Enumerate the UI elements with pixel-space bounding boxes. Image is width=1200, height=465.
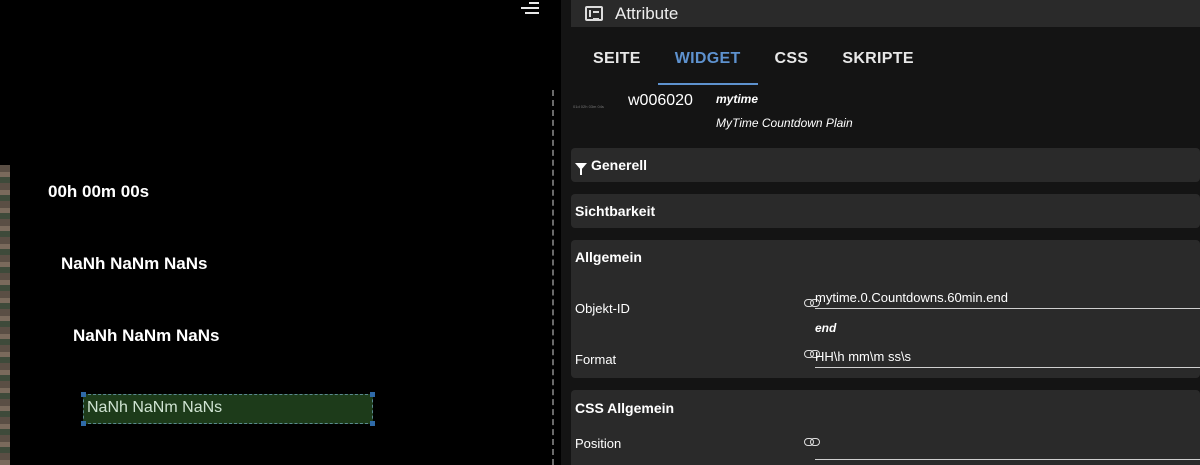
tab-seite[interactable]: SEITE (576, 38, 658, 85)
section-generell-title: Generell (591, 157, 648, 173)
list-icon (585, 6, 603, 21)
position-input[interactable] (815, 438, 1200, 460)
format-label: Format (575, 352, 617, 367)
attributes-header[interactable]: Attribute (571, 0, 1200, 27)
widget-id: w006020 (628, 92, 693, 109)
objekt-id-state-name: end (815, 321, 837, 335)
resize-handle-ne[interactable] (370, 392, 375, 397)
countdown-widget-3[interactable]: NaNh NaNm NaNs (73, 326, 219, 346)
tab-css[interactable]: CSS (758, 38, 826, 85)
attributes-title: Attribute (615, 3, 679, 23)
countdown-widget-1[interactable]: 00h 00m 00s (48, 182, 149, 202)
section-generell[interactable]: Generell (571, 148, 1200, 182)
section-sichtbarkeit[interactable]: Sichtbarkeit (571, 194, 1200, 228)
widget-set: mytime (716, 92, 759, 106)
section-allgemein-title[interactable]: Allgemein (575, 249, 642, 265)
objekt-id-input[interactable]: mytime.0.Countdowns.60min.end (815, 290, 1200, 309)
widget-canvas[interactable]: 00h 00m 00s NaNh NaNm NaNs NaNh NaNm NaN… (0, 0, 552, 465)
section-css-allgemein: CSS Allgemein Position (571, 390, 1200, 465)
resize-handle-sw[interactable] (81, 421, 86, 426)
panel-splitter[interactable] (552, 90, 554, 465)
section-sichtbarkeit-title: Sichtbarkeit (575, 203, 656, 219)
menu-icon[interactable] (521, 2, 539, 14)
tab-skripte[interactable]: SKRIPTE (825, 38, 930, 85)
countdown-widget-2[interactable]: NaNh NaNm NaNs (61, 254, 207, 274)
countdown-widget-selected[interactable]: NaNh NaNm NaNs (81, 392, 375, 426)
widget-info: 01d 02h 03m 04s w006020 mytime MyTime Co… (571, 86, 1200, 136)
section-allgemein: Allgemein Objekt-ID mytime.0.Countdowns.… (571, 240, 1200, 378)
background-image-strip (0, 165, 10, 465)
widget-type-name: MyTime Countdown Plain (716, 116, 853, 130)
widget-preview-thumbnail: 01d 02h 03m 04s (573, 104, 604, 109)
filter-icon (575, 162, 587, 175)
resize-handle-se[interactable] (370, 421, 375, 426)
position-label: Position (575, 436, 622, 451)
countdown-widget-selected-text: NaNh NaNm NaNs (87, 399, 223, 416)
attributes-panel: Attribute SEITE WIDGET CSS SKRIPTE 01d 0… (561, 0, 1200, 465)
resize-handle-nw[interactable] (81, 392, 86, 397)
attribute-tabs: SEITE WIDGET CSS SKRIPTE (576, 38, 931, 85)
tab-widget[interactable]: WIDGET (657, 38, 758, 85)
objekt-id-label: Objekt-ID (575, 301, 630, 316)
format-input[interactable]: HH\h mm\m ss\s (815, 349, 1200, 368)
section-css-allgemein-title[interactable]: CSS Allgemein (575, 400, 674, 416)
